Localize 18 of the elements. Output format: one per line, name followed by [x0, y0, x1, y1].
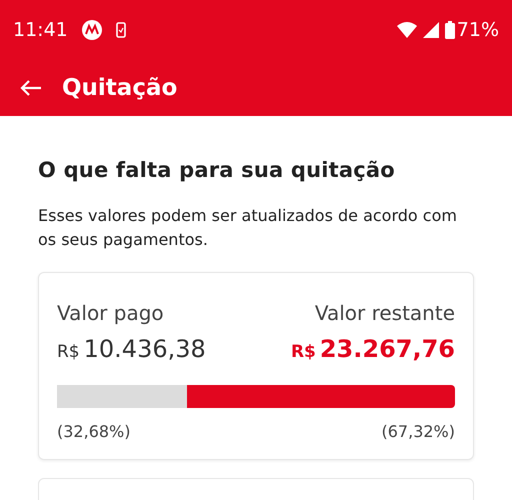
back-arrow-icon[interactable]: [20, 79, 42, 97]
phone-icon: [116, 22, 126, 38]
paid-percent: (32,68%): [57, 422, 130, 441]
battery-level: 71%: [456, 19, 499, 41]
paid-label: Valor pago: [57, 301, 164, 325]
description-text: Esses valores podem ser atualizados de acordo com os seus pagamentos.: [38, 205, 458, 251]
remaining-percent: (67,32%): [382, 422, 455, 441]
section-heading: O que falta para sua quitação: [38, 158, 396, 182]
paid-amount: 10.436,38: [84, 335, 206, 363]
remaining-amount: 23.267,76: [320, 335, 455, 363]
currency-symbol: R$: [57, 342, 80, 362]
signal-icon: [422, 22, 439, 38]
wifi-icon: [396, 22, 417, 38]
remaining-label: Valor restante: [314, 301, 455, 325]
status-time: 11:41: [13, 19, 68, 41]
currency-symbol: R$: [290, 342, 316, 362]
screen-title: Quitação: [62, 75, 178, 101]
battery-icon: [444, 21, 455, 39]
